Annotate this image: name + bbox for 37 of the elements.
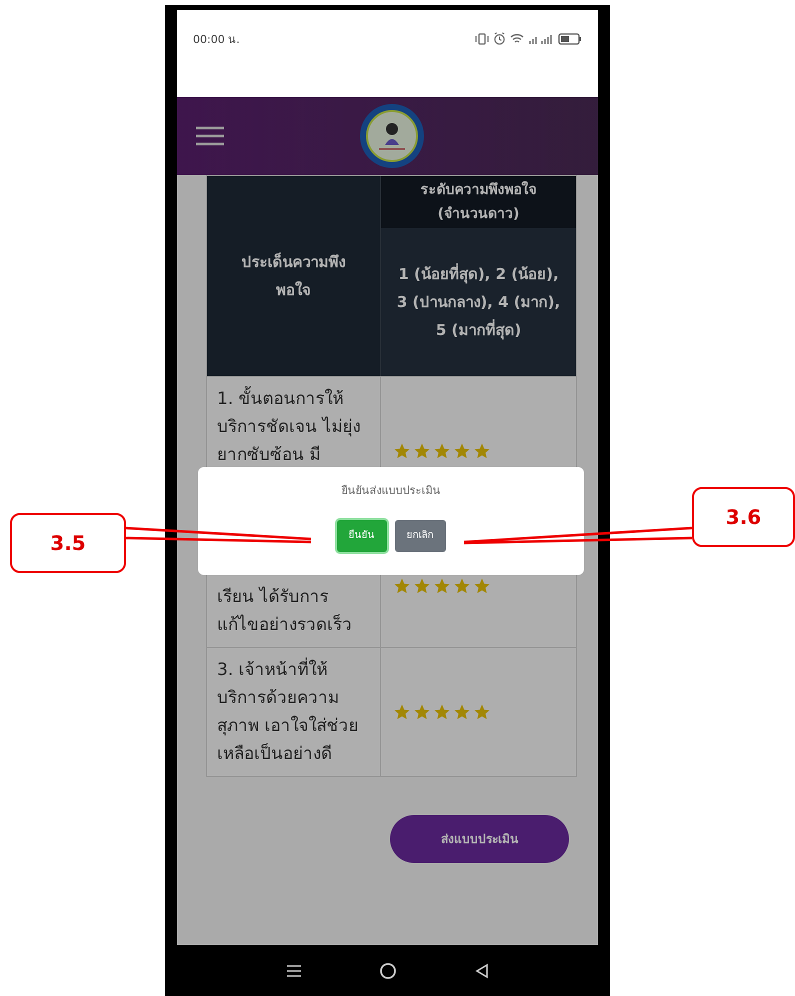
- table-header-cell: ระดับความพึงพอใจ (จำนวนดาว): [381, 176, 576, 228]
- signal-icon: [528, 32, 554, 44]
- star-icon: [473, 442, 491, 460]
- menu-icon[interactable]: [286, 964, 302, 978]
- dialog-message: ยืนยันส่งแบบประเมิน: [342, 483, 440, 499]
- star-icon: [433, 442, 451, 460]
- star-icon: [433, 703, 451, 721]
- star-icon: [413, 442, 431, 460]
- logo-icon: [359, 103, 425, 169]
- star-icon: [453, 442, 471, 460]
- star-icon: [473, 577, 491, 595]
- star-icon: [393, 442, 411, 460]
- alarm-icon: [493, 32, 506, 45]
- callout-label: 3.5: [10, 513, 126, 573]
- star-icon: [413, 577, 431, 595]
- table-cell: 1. ขั้นตอนการให้บริการชัดเจน ไม่ยุ่งยากซับซ้อน มี: [217, 385, 370, 469]
- table-cell: 3. เจ้าหน้าที่ให้บริการด้วยความสุภาพ เอาใจใส่ช่วยเหลือเป็นอย่างดี: [217, 656, 370, 768]
- status-time: 00:00 น.: [193, 32, 240, 48]
- star-icon: [433, 577, 451, 595]
- cancel-button[interactable]: ยกเลิก: [394, 520, 446, 552]
- wifi-icon: [510, 32, 524, 44]
- vibrate-icon: [475, 32, 489, 44]
- callout-label: 3.6: [692, 487, 795, 547]
- confirm-button[interactable]: ยืนยัน: [336, 520, 386, 552]
- table-cell-text: เรียน ได้รับการแก้ไขอย่างรวดเร็ว: [217, 586, 353, 637]
- star-icon: [473, 703, 491, 721]
- home-icon[interactable]: [378, 962, 396, 980]
- battery-icon: [558, 32, 582, 44]
- star-icon: [393, 703, 411, 721]
- submit-button[interactable]: ส่งแบบประเมิน: [390, 815, 569, 863]
- table-header-cell: 1 (น้อยที่สุด), 2 (น้อย), 3 (ปานกลาง), 4 (มาก), 5 (มากที่สุด): [381, 228, 576, 376]
- star-icon: [453, 703, 471, 721]
- menu-icon[interactable]: [195, 126, 225, 146]
- back-icon[interactable]: [474, 962, 490, 978]
- star-icon: [393, 577, 411, 595]
- star-icon: [453, 577, 471, 595]
- star-icon: [413, 703, 431, 721]
